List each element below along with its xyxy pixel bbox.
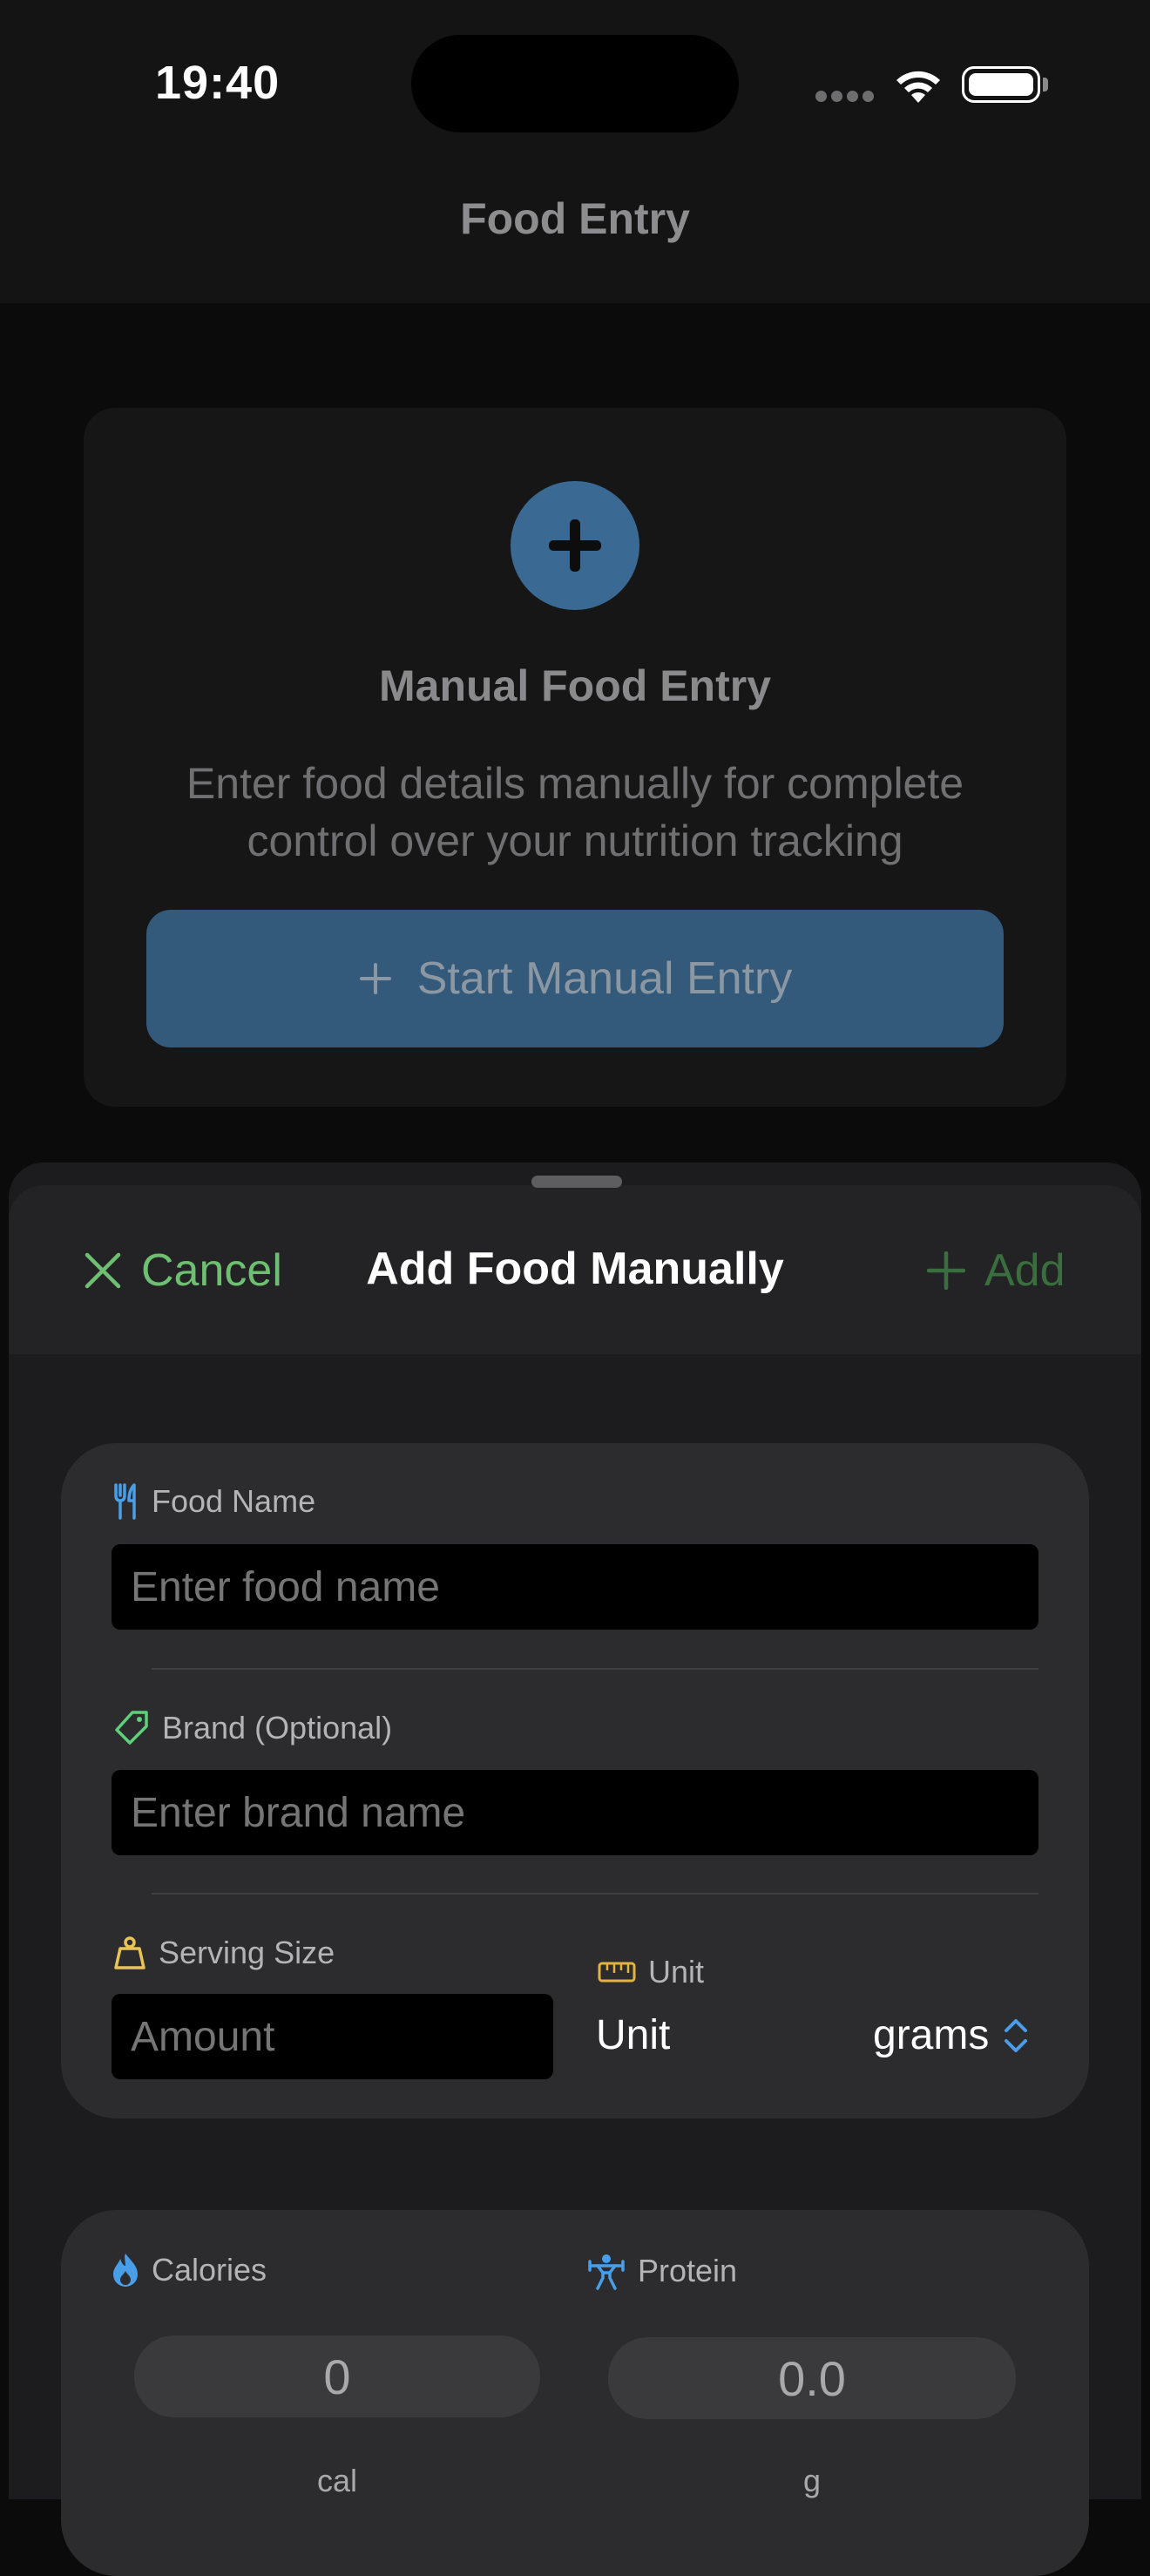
- chevron-up-down-icon: [1005, 2018, 1028, 2052]
- plus-circle-icon: [511, 481, 639, 610]
- protein-value: 0.0: [778, 2350, 846, 2406]
- unit-picker-label: Unit: [596, 2012, 671, 2058]
- brand-input[interactable]: [112, 1770, 1038, 1855]
- divider: [152, 1668, 1038, 1670]
- serving-size-label-row: Serving Size: [113, 1935, 335, 1971]
- status-time: 19:40: [155, 57, 281, 109]
- food-name-input[interactable]: [112, 1544, 1038, 1630]
- food-name-label-row: Food Name: [113, 1483, 315, 1520]
- unit-label: Unit: [648, 1954, 705, 1990]
- ruler-icon: [598, 1962, 636, 1983]
- unit-picker[interactable]: grams: [873, 2011, 1029, 2059]
- unit-picker-value: grams: [873, 2012, 990, 2058]
- protein-label-row: Protein: [587, 2252, 737, 2290]
- add-button[interactable]: Add: [927, 1241, 1065, 1300]
- nav-title: Food Entry: [460, 194, 690, 243]
- unit-label-row: Unit: [598, 1954, 704, 1990]
- calories-label-row: Calories: [112, 2252, 267, 2288]
- fork-knife-icon: [114, 1483, 136, 1520]
- protein-unit: g: [802, 2463, 822, 2498]
- start-manual-entry-label: Start Manual Entry: [416, 953, 793, 1004]
- scale-weight-icon: [114, 1936, 145, 1969]
- start-manual-entry-button[interactable]: Start Manual Entry: [146, 910, 1004, 1047]
- calories-value: 0: [323, 2349, 351, 2404]
- divider: [152, 1893, 1038, 1895]
- serving-amount-input[interactable]: [112, 1994, 553, 2079]
- sheet-grabber[interactable]: [531, 1176, 622, 1188]
- calories-label: Calories: [152, 2252, 267, 2288]
- calories-unit: cal: [316, 2463, 358, 2498]
- battery-tip: [1043, 78, 1048, 92]
- brand-label: Brand (Optional): [162, 1710, 393, 1746]
- card-description: Enter food details manually for complete…: [186, 759, 964, 865]
- food-name-label: Food Name: [152, 1483, 316, 1519]
- serving-size-label: Serving Size: [159, 1935, 335, 1970]
- plus-icon: [359, 963, 391, 994]
- brand-label-row: Brand (Optional): [113, 1710, 392, 1746]
- battery-icon: [962, 66, 1040, 103]
- calories-input[interactable]: 0: [134, 2335, 540, 2417]
- wifi-icon: [892, 64, 944, 109]
- flame-icon: [113, 2254, 138, 2287]
- protein-input[interactable]: 0.0: [608, 2337, 1016, 2419]
- cellular-signal-icon: [815, 91, 878, 106]
- dynamic-island: [411, 35, 739, 132]
- add-label: Add: [984, 1245, 1065, 1296]
- protein-label: Protein: [638, 2253, 738, 2288]
- tag-icon: [115, 1711, 148, 1745]
- card-title: Manual Food Entry: [379, 661, 771, 710]
- plus-icon: [927, 1251, 965, 1290]
- weightlifter-icon: [588, 2254, 625, 2290]
